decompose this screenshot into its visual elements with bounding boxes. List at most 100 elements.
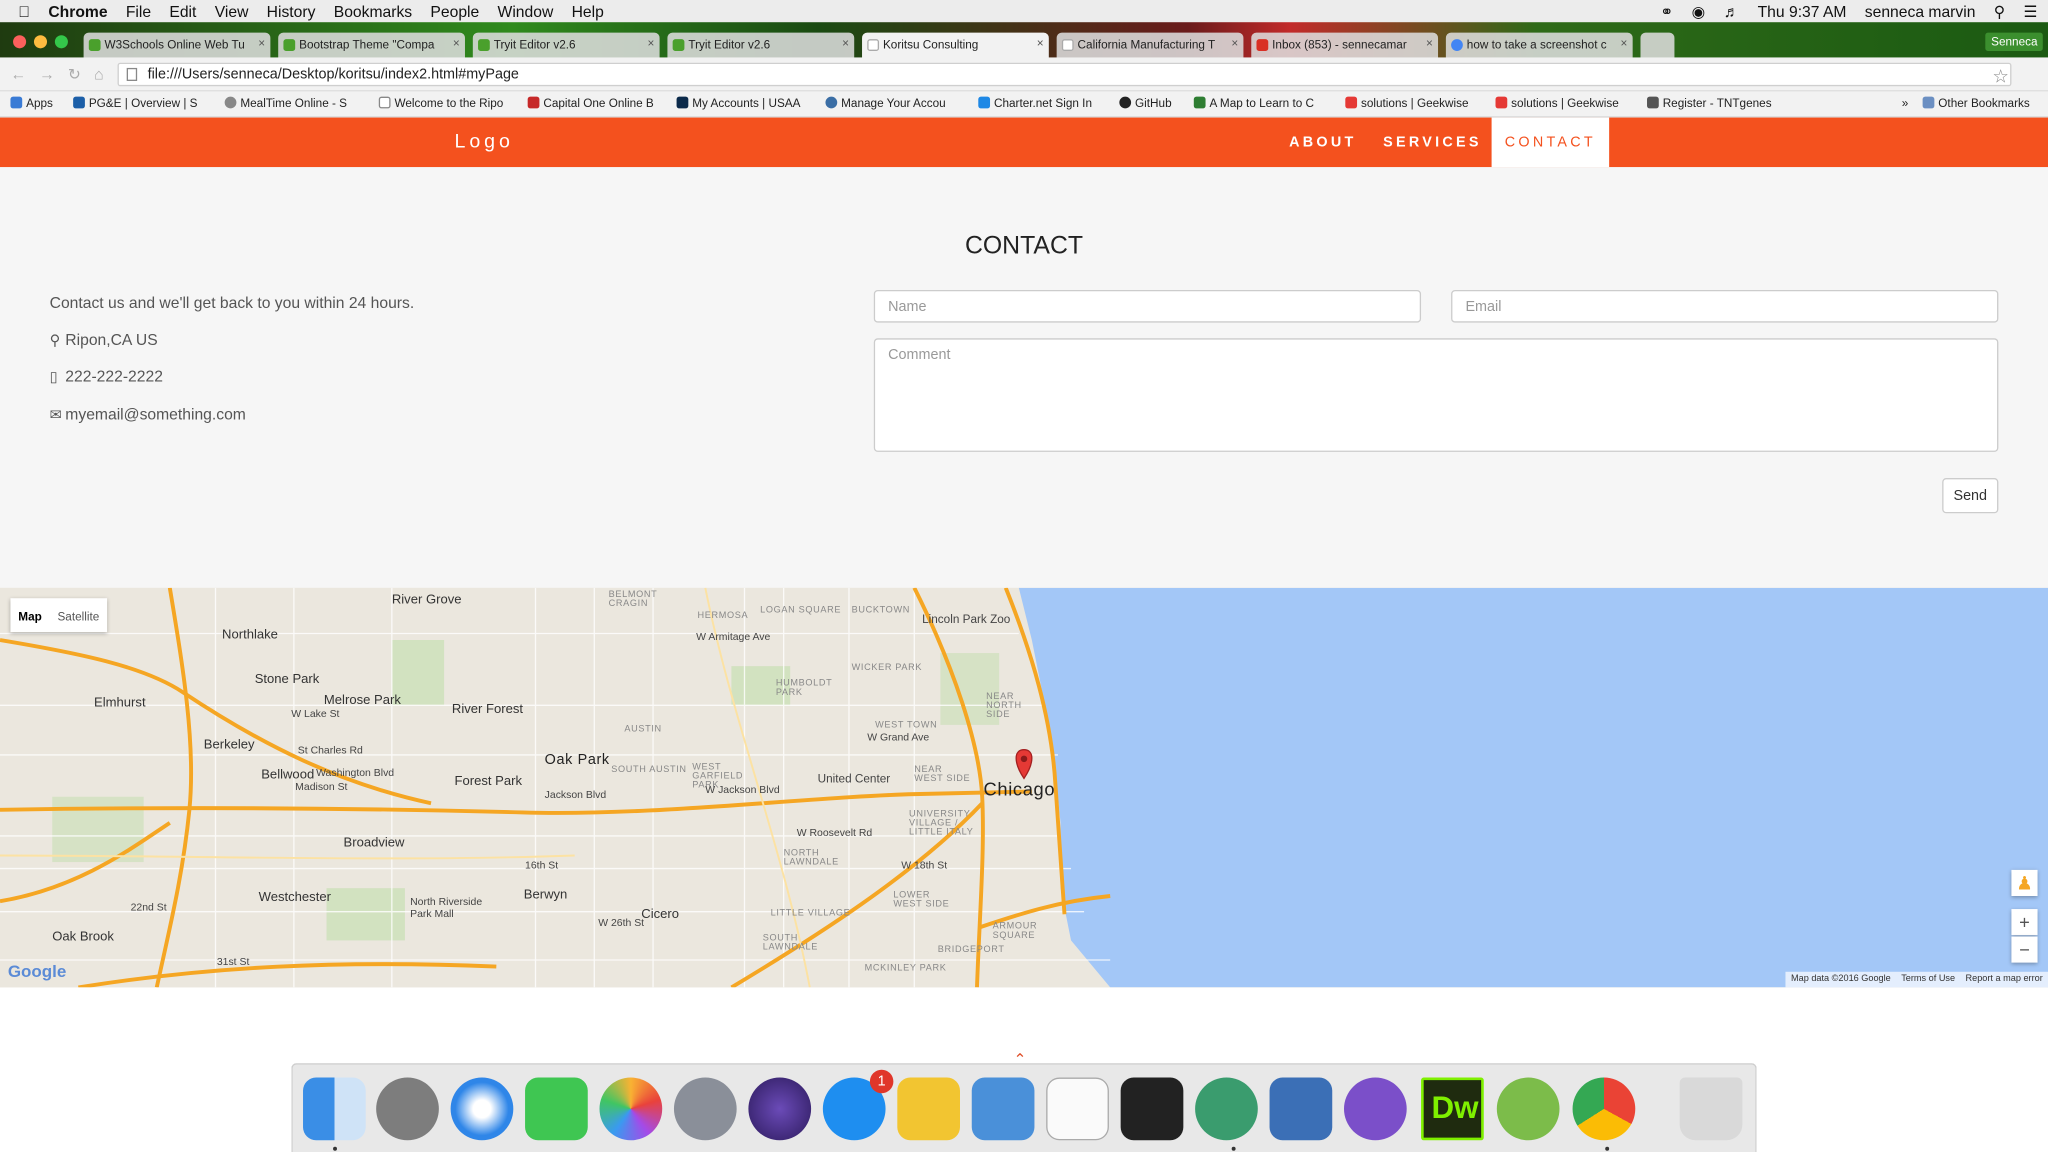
- menu-edit[interactable]: Edit: [169, 2, 196, 20]
- close-tab-icon[interactable]: ×: [453, 37, 460, 50]
- tab[interactable]: how to take a screenshot c ×: [1445, 32, 1633, 58]
- minimize-window-icon[interactable]: [33, 35, 48, 49]
- new-tab-button[interactable]: [1640, 32, 1675, 58]
- report-map-error-link[interactable]: Report a map error: [1966, 974, 2043, 984]
- bookmarks-overflow-icon[interactable]: »: [1902, 97, 1909, 110]
- forward-icon[interactable]: →: [39, 65, 55, 83]
- nav-about[interactable]: ABOUT: [1289, 135, 1356, 151]
- close-tab-icon[interactable]: ×: [1426, 37, 1433, 50]
- map-place-label: Cicero: [641, 907, 680, 923]
- map-type-satellite-button[interactable]: Satellite: [50, 598, 108, 632]
- bookmark-item[interactable]: GitHub: [1119, 96, 1172, 110]
- menu-history[interactable]: History: [267, 2, 316, 20]
- close-tab-icon[interactable]: ×: [1231, 37, 1238, 50]
- menubar-user[interactable]: senneca marvin: [1865, 2, 1976, 20]
- contact-location: ⚲ Ripon,CA US: [50, 330, 158, 348]
- dreamweaver-icon[interactable]: Dw: [1421, 1077, 1484, 1141]
- menu-view[interactable]: View: [215, 2, 249, 20]
- trash-icon[interactable]: [1679, 1077, 1743, 1141]
- photos-icon[interactable]: [599, 1077, 663, 1141]
- tab[interactable]: Bootstrap Theme "Compa ×: [278, 32, 465, 58]
- menu-app-name[interactable]: Chrome: [48, 2, 107, 20]
- close-tab-icon[interactable]: ×: [258, 37, 265, 50]
- email-input[interactable]: Email: [1451, 289, 1999, 323]
- tab[interactable]: W3Schools Online Web Tu ×: [83, 32, 271, 58]
- address-bar[interactable]: file:///Users/senneca/Desktop/koritsu/in…: [117, 62, 2012, 87]
- bookmark-item[interactable]: Welcome to the Ripo: [378, 96, 503, 110]
- menu-file[interactable]: File: [126, 2, 151, 20]
- reload-icon[interactable]: ↻: [68, 65, 81, 83]
- unity-icon[interactable]: [1120, 1077, 1184, 1141]
- close-tab-icon[interactable]: ×: [1621, 37, 1628, 50]
- map-marker-pin: [1015, 749, 1033, 780]
- map-type-map-button[interactable]: Map: [10, 598, 49, 632]
- zoom-in-button[interactable]: +: [2011, 909, 2038, 936]
- comment-textarea[interactable]: Comment: [873, 338, 1999, 452]
- bookmark-item[interactable]: Register - TNTgenes: [1647, 96, 1772, 110]
- apple-icon[interactable]: : [18, 2, 30, 20]
- menubar-clock[interactable]: Thu 9:37 AM: [1758, 2, 1847, 20]
- virtualbox-icon[interactable]: [1269, 1077, 1333, 1141]
- bookmark-item[interactable]: My Accounts | USAA: [676, 96, 800, 110]
- bookmark-item[interactable]: solutions | Geekwise: [1495, 96, 1619, 110]
- bookmark-item[interactable]: A Map to Learn to C: [1193, 96, 1314, 110]
- profile-button[interactable]: Senneca: [1985, 32, 2043, 51]
- map-street-label: W Armitage Ave: [696, 630, 771, 643]
- android-studio-icon[interactable]: [1496, 1077, 1560, 1141]
- launchpad-icon[interactable]: [673, 1077, 737, 1141]
- tab[interactable]: California Manufacturing T ×: [1056, 32, 1244, 58]
- headphones-icon[interactable]: ⚭: [1660, 2, 1673, 20]
- bookmark-star-icon[interactable]: ☆: [1992, 65, 2008, 87]
- volume-icon[interactable]: ♬: [1724, 2, 1740, 20]
- eclipse-icon[interactable]: [748, 1077, 812, 1141]
- other-bookmarks[interactable]: Other Bookmarks: [1922, 96, 2030, 110]
- tab-active[interactable]: Koritsu Consulting ×: [862, 32, 1049, 58]
- terms-of-use-link[interactable]: Terms of Use: [1901, 974, 1955, 984]
- chrome-icon[interactable]: [1572, 1077, 1636, 1141]
- nav-services[interactable]: SERVICES: [1383, 135, 1482, 151]
- site-logo[interactable]: Logo: [455, 131, 514, 153]
- google-map[interactable]: Chicago River Grove Northlake Stone Park…: [0, 587, 2048, 988]
- atom-icon[interactable]: [1195, 1077, 1258, 1141]
- bookmark-item[interactable]: Manage Your Accou: [825, 96, 946, 110]
- menu-help[interactable]: Help: [572, 2, 604, 20]
- tab[interactable]: Tryit Editor v2.6 ×: [667, 32, 855, 58]
- typora-icon[interactable]: [1046, 1077, 1109, 1141]
- tab[interactable]: Inbox (853) - sennecamar ×: [1251, 32, 1439, 58]
- tab-title: Inbox (853) - sennecamar: [1272, 37, 1407, 51]
- menu-bookmarks[interactable]: Bookmarks: [334, 2, 412, 20]
- close-window-icon[interactable]: [13, 35, 27, 49]
- tab[interactable]: Tryit Editor v2.6 ×: [472, 32, 660, 58]
- google-logo[interactable]: Google: [8, 961, 66, 981]
- finder-icon[interactable]: [303, 1077, 366, 1141]
- bookmark-item[interactable]: PG&E | Overview | S: [73, 96, 197, 110]
- safari-icon[interactable]: [450, 1077, 514, 1141]
- bookmark-item[interactable]: MealTime Online - S: [224, 96, 347, 110]
- github-desktop-icon[interactable]: [1343, 1077, 1407, 1141]
- bookmark-item[interactable]: solutions | Geekwise: [1345, 96, 1469, 110]
- zoom-out-button[interactable]: −: [2011, 936, 2038, 963]
- system-preferences-icon[interactable]: [376, 1077, 439, 1141]
- cyberduck-icon[interactable]: [897, 1077, 960, 1141]
- street-view-pegman-icon[interactable]: ♟: [2011, 869, 2038, 896]
- zoom-window-icon[interactable]: [54, 35, 68, 49]
- bookmark-item[interactable]: Capital One Online B: [527, 96, 654, 110]
- close-tab-icon[interactable]: ×: [1037, 37, 1044, 50]
- close-tab-icon[interactable]: ×: [842, 37, 849, 50]
- send-button[interactable]: Send: [1942, 478, 1999, 514]
- nav-contact[interactable]: CONTACT: [1491, 117, 1610, 168]
- xcode-icon[interactable]: [971, 1077, 1035, 1141]
- bookmark-apps[interactable]: Apps: [10, 96, 53, 110]
- close-tab-icon[interactable]: ×: [647, 37, 654, 50]
- wifi-icon[interactable]: ◉: [1692, 2, 1706, 20]
- menu-window[interactable]: Window: [498, 2, 554, 20]
- notification-center-icon[interactable]: ☰: [2023, 2, 2037, 20]
- spotlight-icon[interactable]: ⚲: [1994, 2, 2005, 20]
- facetime-icon[interactable]: [525, 1077, 588, 1141]
- name-input[interactable]: Name: [873, 289, 1422, 323]
- home-icon[interactable]: ⌂: [94, 65, 103, 83]
- menu-people[interactable]: People: [430, 2, 479, 20]
- bookmark-item[interactable]: Charter.net Sign In: [978, 96, 1092, 110]
- tab-favicon-icon: [478, 39, 490, 51]
- back-icon[interactable]: ←: [10, 65, 26, 83]
